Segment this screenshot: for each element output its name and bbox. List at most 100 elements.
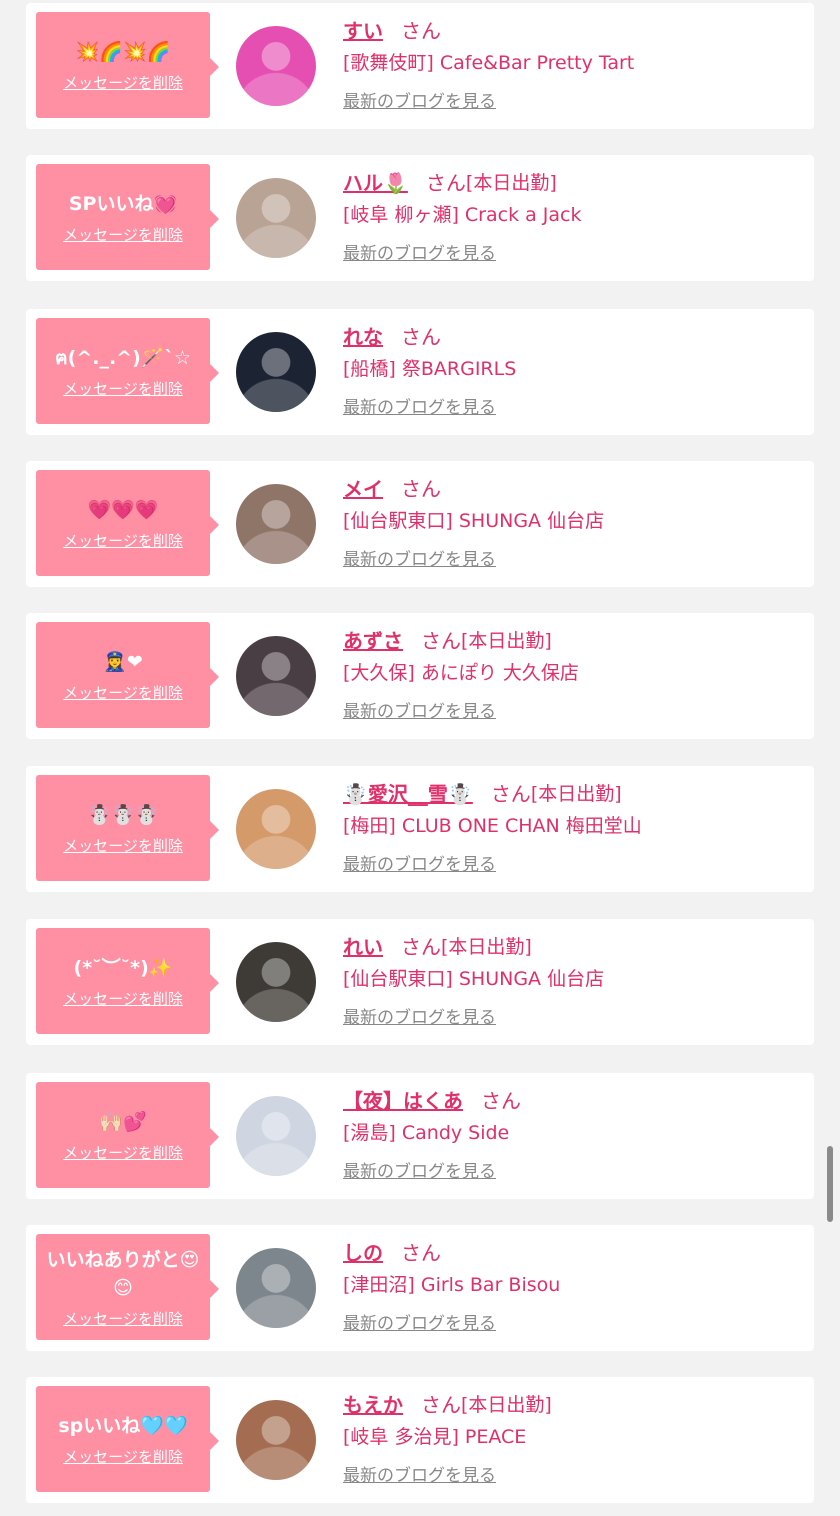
profile-info: れい さん [本日出勤] [仙台駅東口] SHUNGA 仙台店 最新のブログを見… bbox=[343, 929, 803, 1029]
message-text: 🙌🏻💕 bbox=[99, 1110, 147, 1133]
honorific: さん bbox=[401, 18, 441, 43]
delete-message-link[interactable]: メッセージを削除 bbox=[63, 988, 183, 1009]
profile-info: もえか さん [本日出勤] [岐阜 多治見] PEACE 最新のブログを見る bbox=[343, 1387, 803, 1487]
message-bubble: ☃️☃️☃️ メッセージを削除 bbox=[36, 775, 219, 881]
shop-name: [大久保] あにぽり 大久保店 bbox=[343, 662, 579, 684]
latest-blog-link[interactable]: 最新のブログを見る bbox=[343, 1309, 496, 1334]
message-card: 👮‍♀️❤ メッセージを削除 あずさ さん [本日出勤] [大久保] あにぽり … bbox=[26, 613, 814, 739]
message-card: spいいね🩵🩵 メッセージを削除 もえか さん [本日出勤] [岐阜 多治見] … bbox=[26, 1377, 814, 1503]
profile-info: ☃️愛沢__雪☃️ さん [本日出勤] [梅田] CLUB ONE CHAN 梅… bbox=[343, 776, 803, 876]
shop-name: [船橋] 祭BARGIRLS bbox=[343, 358, 517, 380]
honorific: さん bbox=[401, 934, 441, 959]
shop-name: [岐阜 柳ヶ瀬] Crack a Jack bbox=[343, 204, 582, 226]
profile-name-link[interactable]: しの bbox=[343, 1237, 383, 1266]
message-text: いいねありがと😍 😊 bbox=[46, 1248, 200, 1299]
honorific: さん bbox=[481, 1088, 521, 1113]
message-text: ฅ(^._.^)🪄`☆ bbox=[54, 346, 192, 369]
profile-name-link[interactable]: ハル🌷 bbox=[343, 167, 408, 196]
profile-info: しの さん [津田沼] Girls Bar Bisou 最新のブログを見る bbox=[343, 1235, 803, 1335]
message-bubble: SPいいね💓 メッセージを削除 bbox=[36, 164, 219, 270]
message-text: spいいね🩵🩵 bbox=[58, 1414, 188, 1437]
profile-name-link[interactable]: ☃️愛沢__雪☃️ bbox=[343, 778, 473, 807]
profile-info: すい さん [歌舞伎町] Cafe&Bar Pretty Tart 最新のブログ… bbox=[343, 13, 803, 113]
avatar[interactable] bbox=[236, 789, 316, 869]
attendance-badge: [本日出勤] bbox=[441, 935, 532, 958]
avatar[interactable] bbox=[236, 484, 316, 564]
profile-name-link[interactable]: れい bbox=[343, 931, 383, 960]
honorific: さん bbox=[401, 1240, 441, 1265]
latest-blog-link[interactable]: 最新のブログを見る bbox=[343, 545, 496, 570]
profile-name-link[interactable]: もえか bbox=[343, 1389, 403, 1418]
shop-name: [津田沼] Girls Bar Bisou bbox=[343, 1274, 561, 1296]
avatar[interactable] bbox=[236, 636, 316, 716]
message-card: (*˘︶˘*)✨ メッセージを削除 れい さん [本日出勤] [仙台駅東口] S… bbox=[26, 919, 814, 1045]
profile-name-link[interactable]: メイ bbox=[343, 473, 383, 502]
message-text: (*˘︶˘*)✨ bbox=[73, 956, 173, 979]
message-card: ☃️☃️☃️ メッセージを削除 ☃️愛沢__雪☃️ さん [本日出勤] [梅田]… bbox=[26, 766, 814, 892]
attendance-badge: [本日出勤] bbox=[461, 1393, 552, 1416]
message-bubble: 👮‍♀️❤ メッセージを削除 bbox=[36, 622, 219, 728]
delete-message-link[interactable]: メッセージを削除 bbox=[63, 1308, 183, 1329]
delete-message-link[interactable]: メッセージを削除 bbox=[63, 224, 183, 245]
message-bubble: 🙌🏻💕 メッセージを削除 bbox=[36, 1082, 219, 1188]
profile-name-link[interactable]: れな bbox=[343, 321, 383, 350]
message-bubble: ฅ(^._.^)🪄`☆ メッセージを削除 bbox=[36, 318, 219, 424]
profile-info: ハル🌷 さん [本日出勤] [岐阜 柳ヶ瀬] Crack a Jack 最新のブ… bbox=[343, 165, 803, 265]
profile-name-link[interactable]: 【夜】はくあ bbox=[343, 1085, 463, 1114]
avatar[interactable] bbox=[236, 178, 316, 258]
message-card: ฅ(^._.^)🪄`☆ メッセージを削除 れな さん [船橋] 祭BARGIRL… bbox=[26, 309, 814, 435]
shop-name: [歌舞伎町] Cafe&Bar Pretty Tart bbox=[343, 52, 635, 74]
latest-blog-link[interactable]: 最新のブログを見る bbox=[343, 697, 496, 722]
latest-blog-link[interactable]: 最新のブログを見る bbox=[343, 1157, 496, 1182]
avatar[interactable] bbox=[236, 332, 316, 412]
delete-message-link[interactable]: メッセージを削除 bbox=[63, 378, 183, 399]
honorific: さん bbox=[421, 1392, 461, 1417]
profile-name-link[interactable]: すい bbox=[343, 15, 383, 44]
shop-name: [岐阜 多治見] PEACE bbox=[343, 1426, 527, 1448]
avatar[interactable] bbox=[236, 942, 316, 1022]
message-card: 💗💗💗 メッセージを削除 メイ さん [仙台駅東口] SHUNGA 仙台店 最新… bbox=[26, 461, 814, 587]
message-text: 👮‍♀️❤ bbox=[103, 650, 143, 673]
message-bubble: (*˘︶˘*)✨ メッセージを削除 bbox=[36, 928, 219, 1034]
message-card: SPいいね💓 メッセージを削除 ハル🌷 さん [本日出勤] [岐阜 柳ヶ瀬] C… bbox=[26, 155, 814, 281]
delete-message-link[interactable]: メッセージを削除 bbox=[63, 72, 183, 93]
latest-blog-link[interactable]: 最新のブログを見る bbox=[343, 850, 496, 875]
avatar[interactable] bbox=[236, 1400, 316, 1480]
shop-name: [梅田] CLUB ONE CHAN 梅田堂山 bbox=[343, 815, 642, 837]
honorific: さん bbox=[490, 781, 531, 806]
profile-info: 【夜】はくあ さん [湯島] Candy Side 最新のブログを見る bbox=[343, 1083, 803, 1183]
attendance-badge: [本日出勤] bbox=[465, 171, 557, 194]
delete-message-link[interactable]: メッセージを削除 bbox=[63, 1446, 183, 1467]
avatar[interactable] bbox=[236, 1248, 316, 1328]
profile-info: あずさ さん [本日出勤] [大久保] あにぽり 大久保店 最新のブログを見る bbox=[343, 623, 803, 723]
message-bubble: spいいね🩵🩵 メッセージを削除 bbox=[36, 1386, 219, 1492]
message-bubble: 💗💗💗 メッセージを削除 bbox=[36, 470, 219, 576]
profile-name-link[interactable]: あずさ bbox=[343, 625, 403, 654]
vertical-scrollbar[interactable] bbox=[827, 1146, 833, 1222]
delete-message-link[interactable]: メッセージを削除 bbox=[63, 682, 183, 703]
latest-blog-link[interactable]: 最新のブログを見る bbox=[343, 1003, 496, 1028]
shop-name: [仙台駅東口] SHUNGA 仙台店 bbox=[343, 510, 605, 532]
profile-info: メイ さん [仙台駅東口] SHUNGA 仙台店 最新のブログを見る bbox=[343, 471, 803, 571]
message-card: 💥🌈💥🌈 メッセージを削除 すい さん [歌舞伎町] Cafe&Bar Pret… bbox=[26, 3, 814, 129]
delete-message-link[interactable]: メッセージを削除 bbox=[63, 835, 183, 856]
avatar[interactable] bbox=[236, 26, 316, 106]
message-card: いいねありがと😍 😊 メッセージを削除 しの さん [津田沼] Girls Ba… bbox=[26, 1225, 814, 1351]
message-bubble: 💥🌈💥🌈 メッセージを削除 bbox=[36, 12, 219, 118]
message-text: ☃️☃️☃️ bbox=[87, 803, 159, 826]
message-text: 💗💗💗 bbox=[87, 498, 159, 521]
latest-blog-link[interactable]: 最新のブログを見る bbox=[343, 393, 496, 418]
shop-name: [湯島] Candy Side bbox=[343, 1122, 510, 1144]
avatar[interactable] bbox=[236, 1096, 316, 1176]
message-bubble: いいねありがと😍 😊 メッセージを削除 bbox=[36, 1234, 219, 1340]
latest-blog-link[interactable]: 最新のブログを見る bbox=[343, 1461, 496, 1486]
latest-blog-link[interactable]: 最新のブログを見る bbox=[343, 239, 496, 264]
message-text: 💥🌈💥🌈 bbox=[75, 40, 171, 63]
latest-blog-link[interactable]: 最新のブログを見る bbox=[343, 87, 496, 112]
message-text: SPいいね💓 bbox=[68, 192, 178, 215]
profile-info: れな さん [船橋] 祭BARGIRLS 最新のブログを見る bbox=[343, 319, 803, 419]
attendance-badge: [本日出勤] bbox=[461, 629, 552, 652]
delete-message-link[interactable]: メッセージを削除 bbox=[63, 1142, 183, 1163]
honorific: さん bbox=[425, 170, 466, 195]
delete-message-link[interactable]: メッセージを削除 bbox=[63, 530, 183, 551]
